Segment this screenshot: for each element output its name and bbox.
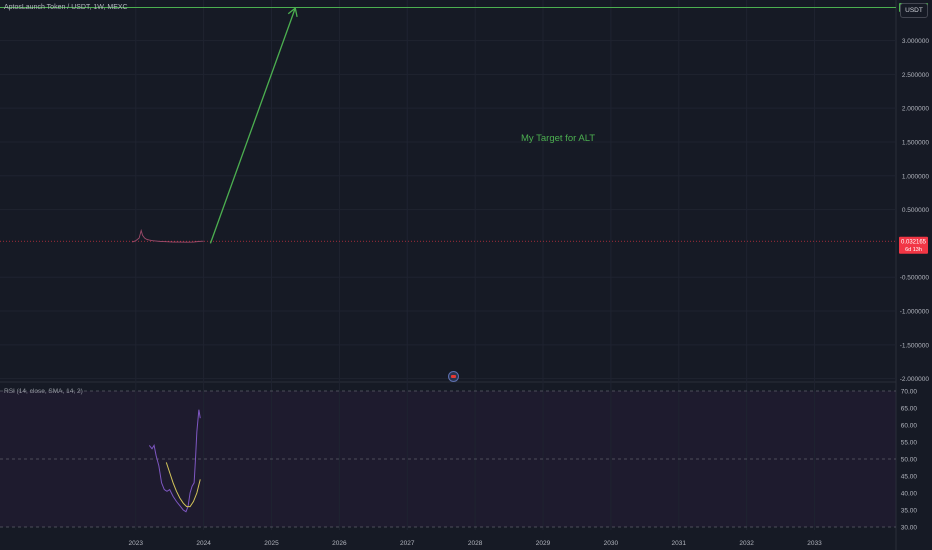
time-tick-label: 2025 xyxy=(264,540,279,547)
rsi-indicator-label[interactable]: RSI (14, close, SMA, 14, 2) xyxy=(4,388,83,395)
rsi-tick-label: 60.00 xyxy=(901,423,918,430)
arrow-shaft xyxy=(209,7,296,244)
rsi-tick-label: 50.00 xyxy=(901,457,918,464)
current-price-badge-text: 0.032165 xyxy=(901,240,927,246)
annotation-text[interactable]: My Target for ALT xyxy=(521,133,595,144)
price-tick-label: 3.000000 xyxy=(902,38,929,45)
price-tick-label: -1.500000 xyxy=(900,342,930,349)
time-tick-label: 2026 xyxy=(332,540,347,547)
chart-canvas[interactable]: 3.000000 2.500000 2.000000 1.500000 1.000000… xyxy=(0,0,932,550)
price-series-line xyxy=(132,228,204,243)
time-tick-label: 2024 xyxy=(196,540,211,547)
currency-button[interactable]: USDT xyxy=(900,3,928,18)
price-tick-label: 1.000000 xyxy=(902,173,929,180)
time-tick-label: 2023 xyxy=(129,540,144,547)
price-axis: 3.000000 2.500000 2.000000 1.500000 1.000000… xyxy=(900,38,930,383)
price-tick-label: 0.500000 xyxy=(902,207,929,214)
symbol-title[interactable]: AptosLaunch Token / USDT, 1W, MEXC xyxy=(4,4,128,11)
time-tick-label: 2033 xyxy=(807,540,822,547)
price-tick-label: 2.500000 xyxy=(902,72,929,79)
rsi-tick-label: 65.00 xyxy=(901,406,918,413)
time-tick-label: 2032 xyxy=(739,540,754,547)
rsi-tick-label: 55.00 xyxy=(901,440,918,447)
price-tick-label: 1.500000 xyxy=(902,139,929,146)
price-tick-label: -1.000000 xyxy=(900,309,930,316)
rsi-tick-label: 30.00 xyxy=(901,525,918,532)
price-series xyxy=(132,228,204,243)
rsi-tick-label: 70.00 xyxy=(901,389,918,396)
flag-marker xyxy=(451,375,456,378)
time-tick-label: 2030 xyxy=(604,540,619,547)
price-tick-label: -2.000000 xyxy=(900,376,930,383)
horizontal-price-lines xyxy=(0,7,896,242)
price-tick-label: 2.000000 xyxy=(902,106,929,113)
time-tick-label: 2031 xyxy=(672,540,687,547)
rsi-tick-label: 35.00 xyxy=(901,508,918,515)
rsi-tick-label: 45.00 xyxy=(901,474,918,481)
time-tick-label: 2029 xyxy=(536,540,551,547)
rsi-tick-label: 40.00 xyxy=(901,491,918,498)
time-tick-label: 2027 xyxy=(400,540,415,547)
countdown-text: 6d 13h xyxy=(905,247,922,253)
target-arrow[interactable] xyxy=(209,6,298,244)
rsi-axis: 70.00 65.00 60.00 55.00 50.00 45.00 40.00 35.00… xyxy=(901,389,918,532)
flag-icon[interactable] xyxy=(448,371,459,382)
time-tick-label: 2028 xyxy=(468,540,483,547)
time-axis: 2023 2024 2025 2026 2027 2028 2029 2030 2031 2032… xyxy=(129,540,823,547)
price-tick-label: -0.500000 xyxy=(900,275,930,282)
